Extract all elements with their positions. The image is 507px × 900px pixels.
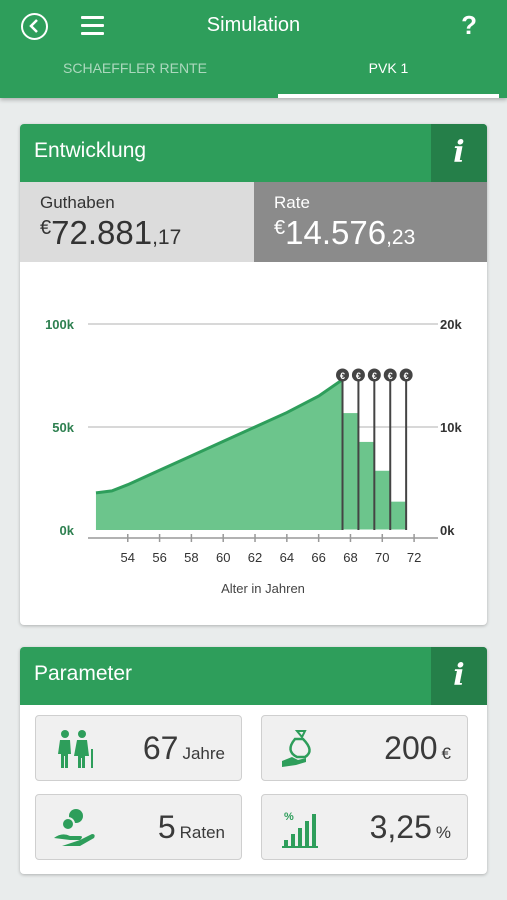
development-info-button[interactable]: i xyxy=(431,124,487,182)
balance-currency: € xyxy=(40,217,52,239)
y-left-tick-label: 100k xyxy=(45,317,75,332)
installments-value: 5 Raten xyxy=(158,809,225,846)
contribution-number: 200 xyxy=(384,730,438,766)
payout-bar xyxy=(342,412,359,531)
x-tick-label: 68 xyxy=(343,550,357,565)
balance-label: Guthaben xyxy=(40,193,115,212)
interest-rate-number: 3,25 xyxy=(369,809,432,845)
interest-rate-unit: % xyxy=(435,823,451,842)
payout-marker-label: € xyxy=(356,371,361,381)
svg-text:%: % xyxy=(284,811,294,823)
parameter-card: Parameter i 67 Jahre 200 € 5 Raten % 3,2… xyxy=(20,647,487,874)
development-chart: 0k 0k 50k 10k 100k 20k € € € € €54 56 58 60 62 64 66 68 70… xyxy=(45,317,462,596)
coin-hand-icon xyxy=(54,809,95,846)
y-right-tick-label: 20k xyxy=(440,317,462,332)
tab-pvk-1[interactable]: PVK 1 xyxy=(278,52,499,98)
elderly-couple-icon xyxy=(58,730,93,768)
payout-bar xyxy=(389,500,407,531)
development-header: Entwicklung i xyxy=(20,124,487,182)
contribution-tile[interactable]: 200 € xyxy=(261,715,468,781)
payout-bar xyxy=(357,440,375,531)
rate-amount: €14.576,23 xyxy=(274,214,415,252)
retirement-age-unit: Jahre xyxy=(182,744,225,763)
retirement-age-value: 67 Jahre xyxy=(143,730,225,767)
x-tick-label: 64 xyxy=(280,550,294,565)
y-left-tick-label: 0k xyxy=(60,523,75,538)
development-card: Entwicklung i Guthaben €72.881,17 Rate €… xyxy=(20,124,487,625)
percent-growth-chart-icon: % xyxy=(282,811,318,848)
x-tick-label: 70 xyxy=(375,550,389,565)
payout-bar xyxy=(373,469,391,531)
page-title: Simulation xyxy=(206,14,301,36)
contribution-unit: € xyxy=(441,744,451,763)
payout-marker-label: € xyxy=(372,371,377,381)
balance-main: 72.881 xyxy=(51,214,153,251)
contribution-value: 200 € xyxy=(384,730,451,767)
interest-rate-value: 3,25% xyxy=(370,809,451,846)
balance-decimals: ,17 xyxy=(152,226,182,249)
interest-rate-tile[interactable]: % 3,25% xyxy=(261,794,468,860)
x-tick-label: 72 xyxy=(407,550,421,565)
rate-decimals: ,23 xyxy=(386,226,416,249)
app-bar: Simulation ? SCHAEFFLER RENTE PVK 1 xyxy=(0,0,507,98)
x-tick-label: 60 xyxy=(216,550,230,565)
rate-main: 14.576 xyxy=(285,214,387,251)
installments-unit: Raten xyxy=(179,823,225,842)
money-bag-hand-icon xyxy=(282,730,311,767)
payout-marker-label: € xyxy=(404,371,409,381)
tab-schaeffler-rente[interactable]: SCHAEFFLER RENTE xyxy=(0,52,270,98)
balance-panel: Guthaben €72.881,17 xyxy=(20,182,254,262)
x-tick-label: 56 xyxy=(152,550,166,565)
parameter-header: Parameter i xyxy=(20,647,487,705)
tab-bar: SCHAEFFLER RENTE PVK 1 xyxy=(0,52,507,98)
installments-tile[interactable]: 5 Raten xyxy=(35,794,242,860)
x-tick-label: 54 xyxy=(121,550,135,565)
parameter-info-button[interactable]: i xyxy=(431,647,487,705)
value-summary: Guthaben €72.881,17 Rate €14.576,23 xyxy=(20,182,487,262)
y-left-tick-label: 50k xyxy=(52,420,74,435)
rate-label: Rate xyxy=(274,193,310,212)
payout-marker-label: € xyxy=(340,371,345,381)
retirement-age-number: 67 xyxy=(142,730,179,766)
x-tick-label: 66 xyxy=(311,550,325,565)
x-tick-label: 62 xyxy=(248,550,262,565)
parameter-title: Parameter xyxy=(34,662,133,685)
balance-amount: €72.881,17 xyxy=(40,214,181,252)
payout-marker-label: € xyxy=(388,371,393,381)
rate-panel: Rate €14.576,23 xyxy=(254,182,487,262)
y-right-tick-label: 0k xyxy=(440,523,455,538)
x-tick-label: 58 xyxy=(184,550,198,565)
retirement-age-tile[interactable]: 67 Jahre xyxy=(35,715,242,781)
y-right-tick-label: 10k xyxy=(440,420,462,435)
development-title: Entwicklung xyxy=(34,139,147,162)
help-button[interactable]: ? xyxy=(461,10,477,41)
x-axis-label: Alter in Jahren xyxy=(221,581,305,596)
rate-currency: € xyxy=(274,217,286,239)
installments-number: 5 xyxy=(157,809,176,845)
